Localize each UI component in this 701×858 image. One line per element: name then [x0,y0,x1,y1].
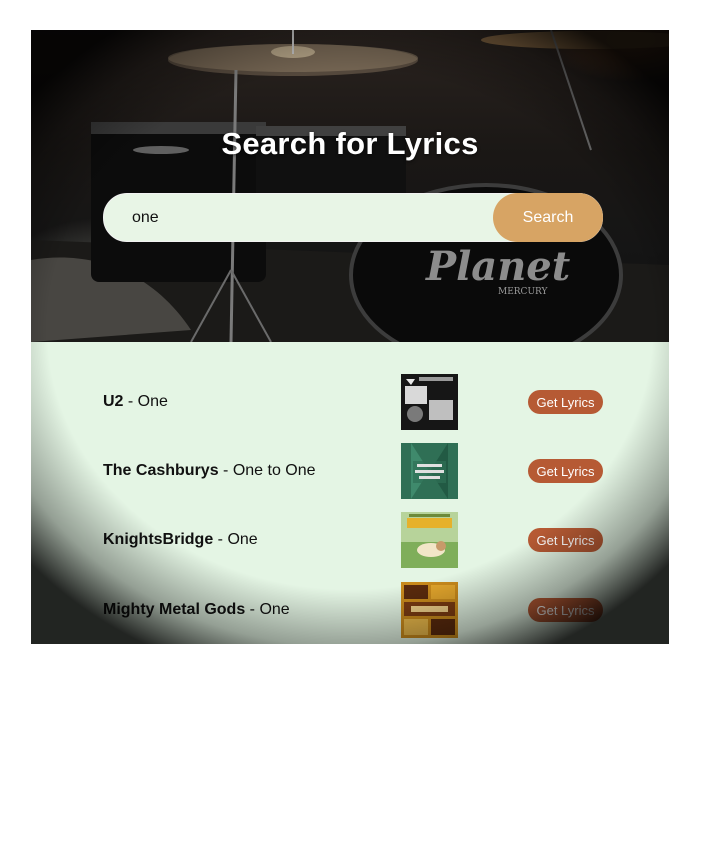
list-item: Mighty Metal Gods - One Get Lyrics [31,580,669,640]
artist-name: The Cashburys [103,462,219,479]
song-title: The Cashburys - One to One [103,441,316,501]
get-lyrics-button[interactable]: Get Lyrics [528,598,603,622]
list-item: The Cashburys - One to One Get Lyrics [31,441,669,501]
song-title: U2 - One [103,372,168,432]
album-cover-image [401,512,458,568]
hero-banner: Planet MERCURY Search for Lyrics Search [31,30,669,342]
page-title: Search for Lyrics [221,126,479,161]
album-cover-image [401,443,458,499]
get-lyrics-button[interactable]: Get Lyrics [528,528,603,552]
drum-kit-background-image: Planet MERCURY [31,30,669,342]
list-item: U2 - One Get Lyrics [31,372,669,432]
get-lyrics-button[interactable]: Get Lyrics [528,390,603,414]
drum-brand-text: Planet [425,243,571,290]
artist-name: U2 [103,393,124,410]
album-cover-image [401,582,458,638]
title-separator: - [123,393,138,410]
drum-model-text: MERCURY [498,287,549,297]
artist-name: Mighty Metal Gods [103,601,246,618]
search-bar: Search [103,193,603,242]
song-name: One [227,531,258,548]
title-separator: - [213,531,228,548]
artist-name: KnightsBridge [103,531,214,548]
song-name: One [259,601,290,618]
title-separator: - [218,462,233,479]
album-cover-image [401,374,458,430]
song-name: One to One [232,462,316,479]
song-title: Mighty Metal Gods - One [103,580,290,640]
get-lyrics-button[interactable]: Get Lyrics [528,459,603,483]
song-title: KnightsBridge - One [103,510,258,570]
search-button[interactable]: Search [493,193,603,242]
title-separator: - [245,601,260,618]
results-list: U2 - One Get Lyrics The Cashburys - One … [31,342,669,644]
search-input[interactable] [132,194,482,241]
song-name: One [137,393,168,410]
lyrics-app: Planet MERCURY Search for Lyrics Search … [31,30,669,644]
list-item: KnightsBridge - One Get Lyrics [31,510,669,570]
